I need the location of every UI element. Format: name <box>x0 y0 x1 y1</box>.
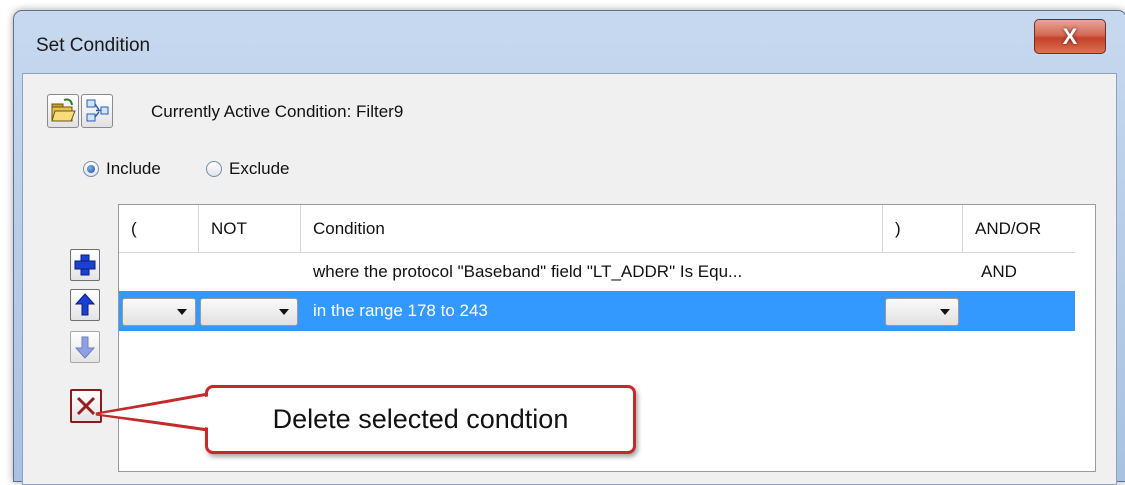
header-condition[interactable]: Condition <box>301 205 883 253</box>
active-condition-label: Currently Active Condition: Filter9 <box>151 102 404 121</box>
header-close-paren[interactable]: ) <box>883 205 963 253</box>
open-condition-button[interactable] <box>47 94 79 128</box>
include-radio-dot[interactable] <box>83 161 99 177</box>
row-and-or[interactable]: AND <box>981 253 1017 291</box>
move-up-icon <box>75 293 95 316</box>
header-and-or[interactable]: AND/OR <box>963 205 1075 253</box>
chevron-down-icon <box>940 309 950 315</box>
chevron-down-icon <box>279 309 289 315</box>
exclude-radio-dot[interactable] <box>206 161 222 177</box>
move-down-button[interactable] <box>70 331 100 363</box>
exclude-radio[interactable]: Exclude <box>206 159 289 179</box>
close-button[interactable]: X <box>1034 19 1106 54</box>
row-condition[interactable]: where the protocol "Baseband" field "LT_… <box>313 253 742 291</box>
delete-condition-button[interactable] <box>70 389 102 423</box>
not-dropdown[interactable] <box>200 298 298 326</box>
folder-open-icon <box>51 98 76 122</box>
move-up-button[interactable] <box>70 289 100 321</box>
link-filter-icon <box>86 99 109 122</box>
link-filter-button[interactable] <box>81 94 113 128</box>
close-paren-dropdown[interactable] <box>885 298 959 326</box>
include-label: Include <box>106 159 161 178</box>
row-condition[interactable]: in the range 178 to 243 <box>313 291 488 331</box>
include-radio[interactable]: Include <box>83 159 161 179</box>
add-condition-button[interactable] <box>70 249 100 281</box>
close-icon: X <box>1062 23 1078 49</box>
title-bar: Set Condition X <box>14 11 1125 73</box>
window-title: Set Condition <box>36 35 151 56</box>
move-down-icon <box>75 336 95 359</box>
delete-callout: Delete selected condtion <box>205 385 636 454</box>
delete-icon <box>76 396 96 416</box>
header-not[interactable]: NOT <box>199 205 301 253</box>
table-row[interactable]: where the protocol "Baseband" field "LT_… <box>119 253 1075 291</box>
chevron-down-icon <box>177 309 187 315</box>
open-paren-dropdown[interactable] <box>122 298 196 326</box>
exclude-label: Exclude <box>229 159 290 178</box>
header-open-paren[interactable]: ( <box>119 205 199 253</box>
add-icon <box>74 254 96 276</box>
table-row-selected[interactable]: in the range 178 to 243 <box>119 291 1075 331</box>
